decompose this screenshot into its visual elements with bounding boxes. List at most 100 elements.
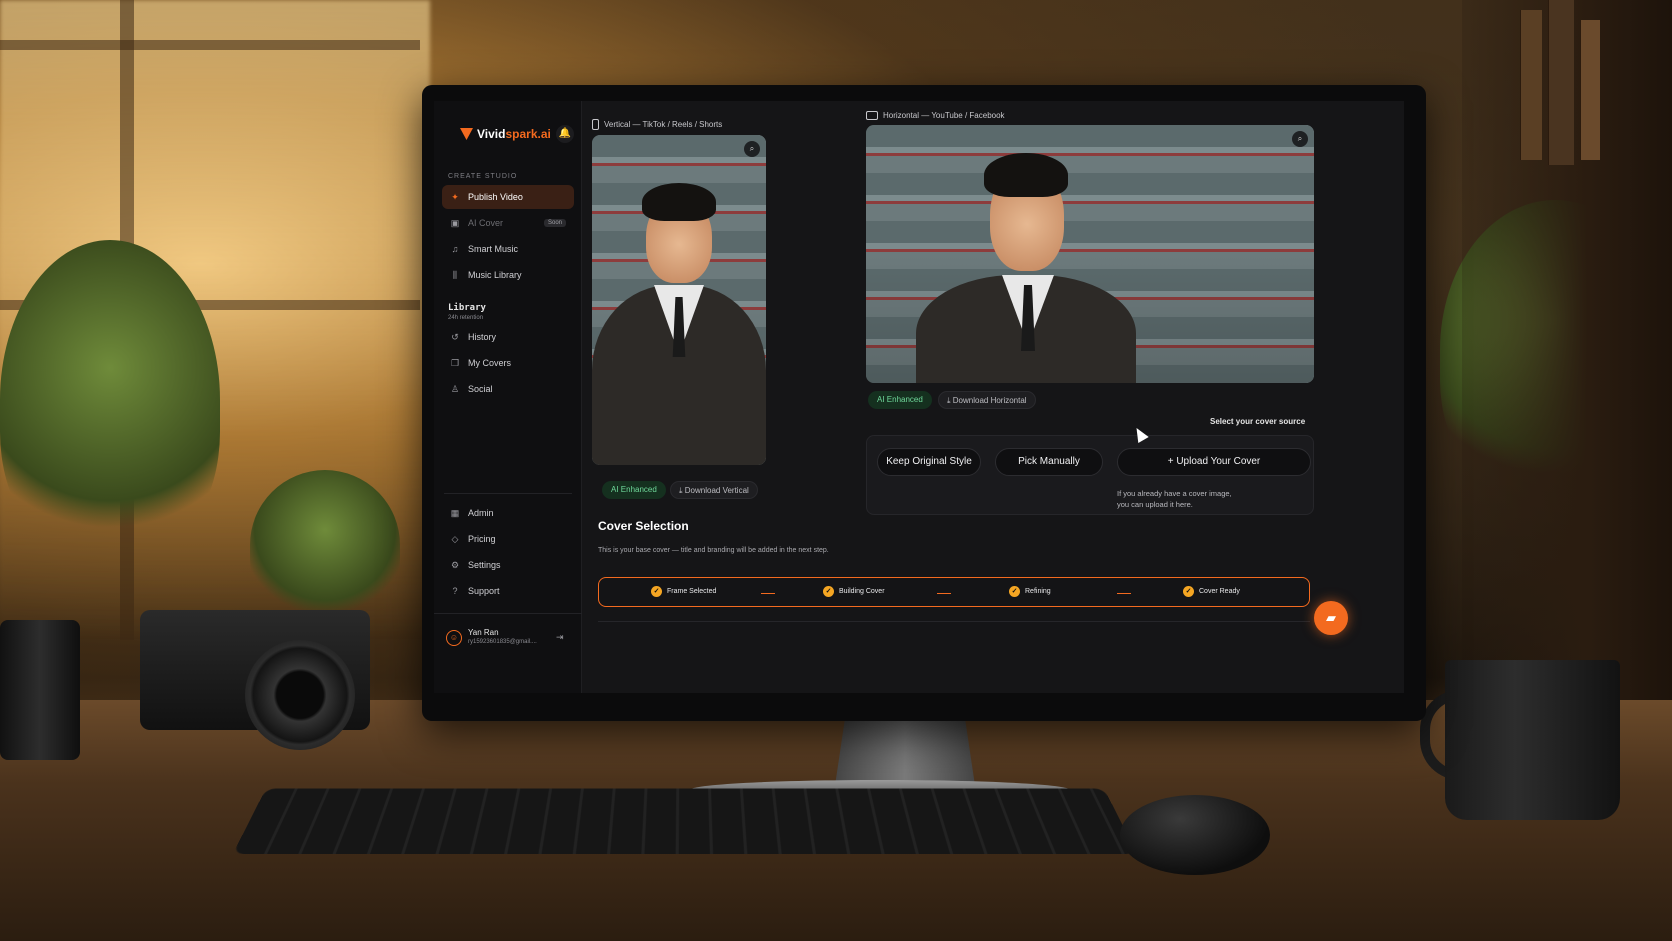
phone-icon	[592, 119, 599, 130]
logout-icon[interactable]: ⇥	[556, 632, 564, 643]
keep-original-style-button[interactable]: Keep Original Style	[877, 448, 981, 476]
ai-enhanced-badge-horizontal: AI Enhanced	[868, 391, 932, 409]
upload-hint-line: If you already have a cover image,	[1117, 489, 1232, 498]
library-heading: Library	[448, 303, 486, 313]
person-hair	[984, 153, 1068, 197]
vertical-label-text: Vertical — TikTok / Reels / Shorts	[604, 120, 723, 129]
sidebar-item-history[interactable]: ↺ History	[442, 325, 574, 349]
logo[interactable]: Vivid spark.ai	[460, 127, 551, 141]
upload-cover-button[interactable]: + Upload Your Cover	[1117, 448, 1311, 476]
step-label: Refining	[1025, 588, 1051, 595]
step-cover-ready: ✓ Cover Ready	[1183, 586, 1240, 597]
history-icon: ↺	[451, 332, 459, 342]
check-icon: ✓	[823, 586, 834, 597]
keyboard	[232, 788, 1138, 855]
step-label: Frame Selected	[667, 588, 717, 595]
book	[1580, 20, 1600, 160]
sidebar-item-label: AI Cover	[468, 218, 504, 228]
ai-enhanced-badge-vertical: AI Enhanced	[602, 481, 666, 499]
camera-lens	[245, 640, 355, 750]
step-separator	[937, 593, 951, 594]
download-vertical-label: Download Vertical	[684, 486, 749, 495]
app-screen: Vivid spark.ai 🔔 CREATE STUDIO ✦ Publish …	[434, 101, 1404, 693]
sidebar: Vivid spark.ai 🔔 CREATE STUDIO ✦ Publish …	[434, 101, 582, 693]
cover-selection-title: Cover Selection	[598, 519, 689, 533]
pick-manually-button[interactable]: Pick Manually	[995, 448, 1103, 476]
check-icon: ✓	[651, 586, 662, 597]
help-icon: ?	[452, 586, 458, 596]
vertical-preview[interactable]: ⌕	[592, 135, 766, 465]
download-horizontal-button[interactable]: ⤓ Download Horizontal	[938, 391, 1036, 409]
step-building-cover: ✓ Building Cover	[823, 586, 885, 597]
lens	[0, 620, 80, 760]
bottom-panel-edge	[598, 621, 1310, 635]
download-vertical-button[interactable]: ⤓ Download Vertical	[670, 481, 758, 499]
covers-icon: ❐	[450, 358, 460, 368]
upload-hint-line: you can upload it here.	[1117, 500, 1193, 509]
sidebar-item-pricing[interactable]: ◇ Pricing	[442, 527, 574, 551]
book	[1520, 10, 1542, 160]
section-create-studio: CREATE STUDIO	[448, 173, 518, 180]
bell-icon[interactable]: 🔔	[556, 125, 574, 143]
sidebar-item-label: Publish Video	[468, 192, 523, 202]
image-icon: ▣	[450, 218, 460, 228]
sparkle-icon: ✦	[451, 192, 459, 202]
sidebar-item-admin[interactable]: ▦ Admin	[442, 501, 574, 525]
chat-icon[interactable]: ▰	[1314, 601, 1348, 635]
mouse	[1120, 795, 1270, 875]
horizontal-label-text: Horizontal — YouTube / Facebook	[883, 111, 1005, 120]
zoom-icon[interactable]: ⌕	[744, 141, 760, 157]
sidebar-item-my-covers[interactable]: ❐ My Covers	[442, 351, 574, 375]
sidebar-item-music-library[interactable]: ⫼ Music Library	[442, 263, 574, 287]
sidebar-item-smart-music[interactable]: ♫ Smart Music	[442, 237, 574, 261]
sidebar-item-publish-video[interactable]: ✦ Publish Video	[442, 185, 574, 209]
people-icon: ♙	[450, 384, 460, 394]
sidebar-item-label: Pricing	[468, 534, 496, 544]
sidebar-item-label: Settings	[468, 560, 501, 570]
progress-steps: ✓ Frame Selected ✓ Building Cover ✓ Refi…	[598, 577, 1310, 607]
tag-icon: ◇	[451, 534, 459, 544]
plant	[0, 240, 220, 560]
sidebar-divider	[444, 493, 572, 494]
check-icon: ✓	[1183, 586, 1194, 597]
logo-icon	[460, 128, 473, 140]
horizontal-label: Horizontal — YouTube / Facebook	[866, 111, 1005, 120]
mug	[1445, 660, 1620, 820]
brand-suffix: spark.ai	[505, 127, 551, 141]
sidebar-item-label: History	[468, 332, 497, 342]
sidebar-item-label: Music Library	[468, 270, 522, 280]
cover-source-panel: Keep Original Style Pick Manually + Uplo…	[866, 435, 1314, 515]
sidebar-item-support[interactable]: ? Support	[442, 579, 574, 603]
gear-icon: ⚙	[450, 560, 460, 570]
step-frame-selected: ✓ Frame Selected	[651, 586, 716, 597]
step-separator	[1117, 593, 1131, 594]
sidebar-item-label: Social	[468, 384, 493, 394]
step-refining: ✓ Refining	[1009, 586, 1051, 597]
window-frame	[0, 40, 420, 50]
sidebar-item-label: Smart Music	[468, 244, 519, 254]
main-panel: Vertical — TikTok / Reels / Shorts Horiz…	[582, 101, 1404, 693]
user-profile[interactable]: ☺ Yan Ran ry15923601835@gmail.... ⇥	[434, 613, 582, 693]
user-name: Yan Ran	[468, 628, 499, 637]
avatar: ☺	[446, 630, 462, 646]
monitor: Vivid spark.ai 🔔 CREATE STUDIO ✦ Publish …	[422, 85, 1426, 721]
monitor-icon	[866, 111, 878, 120]
library-retention: 24h retention	[448, 315, 484, 321]
zoom-icon[interactable]: ⌕	[1292, 131, 1308, 147]
user-email: ry15923601835@gmail....	[468, 639, 537, 645]
sidebar-item-label: Admin	[468, 508, 494, 518]
upload-hint: If you already have a cover image, you c…	[1117, 488, 1277, 510]
brand-prefix: Vivid	[477, 127, 506, 141]
cover-source-label: Select your cover source	[1210, 417, 1306, 426]
sidebar-item-settings[interactable]: ⚙ Settings	[442, 553, 574, 577]
sidebar-item-label: My Covers	[468, 358, 512, 368]
check-icon: ✓	[1009, 586, 1020, 597]
music-note-icon: ♫	[451, 244, 459, 254]
step-label: Cover Ready	[1199, 588, 1240, 595]
grid-icon: ▦	[450, 508, 460, 518]
person-hair	[642, 183, 716, 221]
step-separator	[761, 593, 775, 594]
sidebar-item-social[interactable]: ♙ Social	[442, 377, 574, 401]
sidebar-item-ai-cover[interactable]: ▣ AI Cover Soon	[442, 211, 574, 235]
horizontal-preview[interactable]: ⌕	[866, 125, 1314, 383]
